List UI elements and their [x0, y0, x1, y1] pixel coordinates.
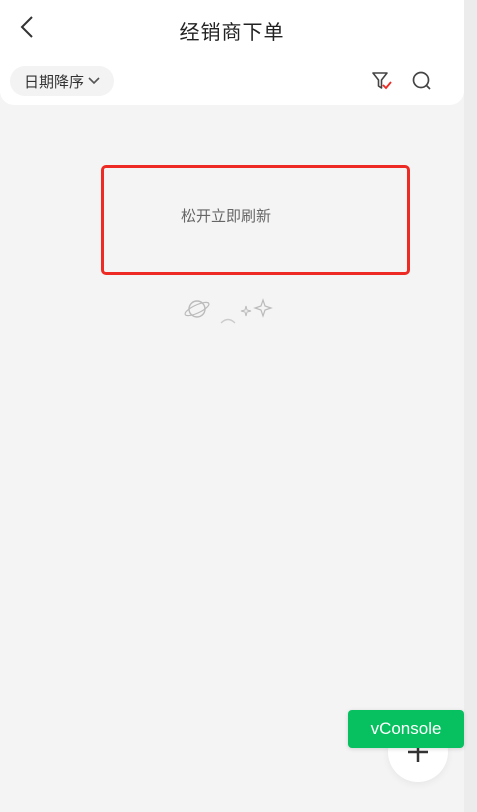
filter-button[interactable]: [370, 70, 394, 92]
search-button[interactable]: [410, 70, 434, 92]
sort-label: 日期降序: [24, 72, 85, 91]
planet-sparkle-icon: [184, 298, 273, 324]
header-bar: 经销商下单 日期降序: [0, 0, 464, 105]
vconsole-button[interactable]: vConsole: [348, 710, 464, 748]
chevron-down-icon: [88, 77, 100, 85]
search-icon: [412, 71, 431, 90]
filter-icon: [372, 72, 392, 90]
scrollbar-track: [464, 0, 477, 812]
page-title: 经销商下单: [179, 20, 285, 44]
pull-refresh-text: 松开立即刷新: [181, 207, 272, 225]
sort-dropdown[interactable]: 日期降序: [10, 66, 115, 96]
